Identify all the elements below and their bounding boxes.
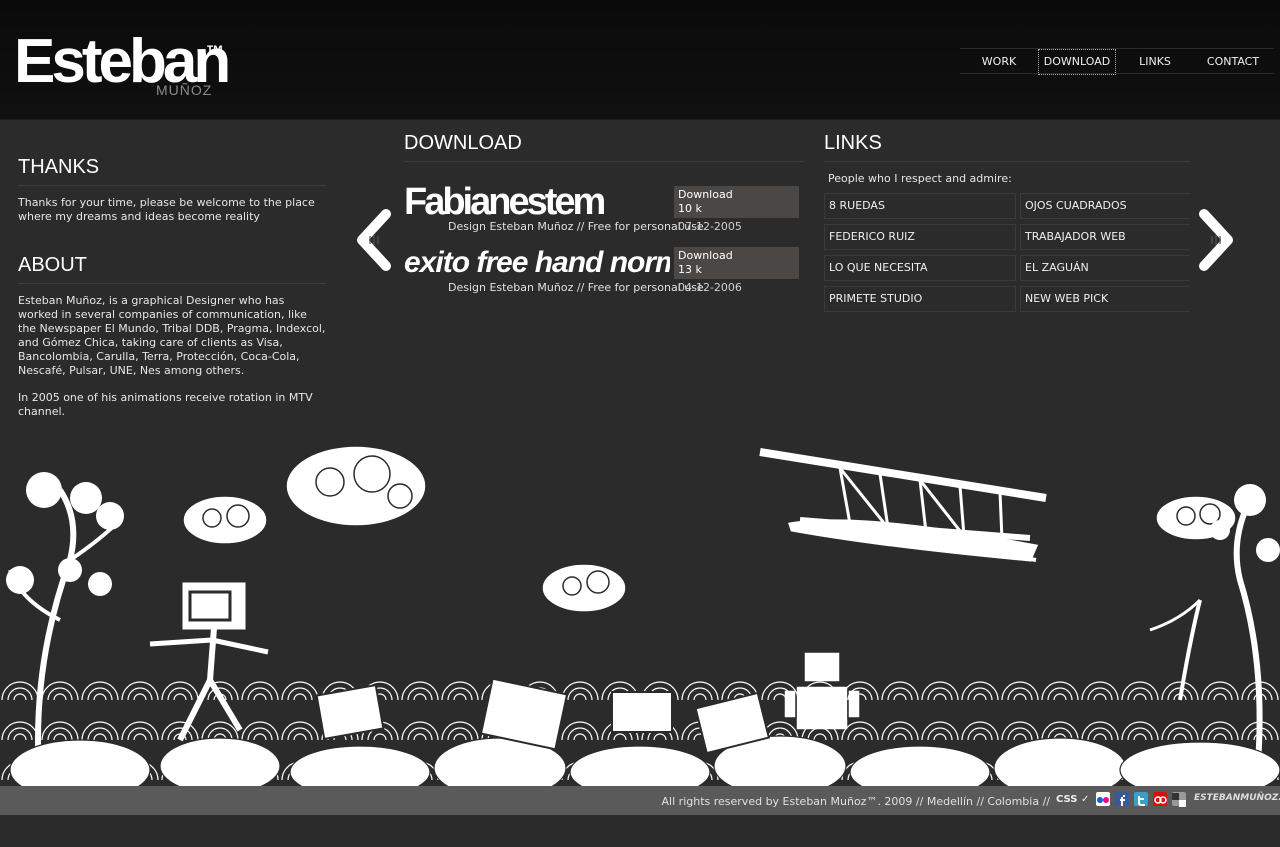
download-section: DOWNLOAD Fabianestem Download 10 k Desig… bbox=[404, 132, 804, 306]
site-footer: All rights reserved by Esteban Muñoz™. 2… bbox=[0, 786, 1280, 815]
nav-work[interactable]: WORK bbox=[960, 49, 1038, 75]
site-logo[interactable]: Esteban ™ MUÑOZ bbox=[14, 26, 234, 104]
link-8-ruedas[interactable]: 8 RUEDAS bbox=[824, 193, 1016, 219]
lastfm-icon[interactable] bbox=[1153, 792, 1167, 806]
arrow-right-icon[interactable] bbox=[1198, 208, 1238, 272]
cloud-small-center bbox=[541, 563, 627, 613]
main-nav: WORK DOWNLOAD LINKS CONTACT bbox=[960, 48, 1274, 75]
font-item-fabianestem: Fabianestem Download 10 k Design Esteban… bbox=[404, 184, 804, 245]
download-label: Download bbox=[678, 188, 733, 201]
about-paragraph-1: Esteban Muñoz, is a graphical Designer w… bbox=[18, 294, 326, 377]
twitter-icon[interactable] bbox=[1134, 792, 1148, 806]
font-date: 04-12-2006 bbox=[678, 281, 742, 294]
link-new-web-pick[interactable]: NEW WEB PICK bbox=[1020, 286, 1190, 312]
links-grid: 8 RUEDAS OJOS CUADRADOS FEDERICO RUIZ TR… bbox=[824, 193, 1190, 312]
link-trabajador-web[interactable]: TRABAJADOR WEB bbox=[1020, 224, 1190, 250]
flickr-icon[interactable] bbox=[1096, 792, 1110, 806]
download-title: DOWNLOAD bbox=[404, 132, 804, 162]
delicious-icon[interactable] bbox=[1172, 792, 1186, 807]
link-ojos-cuadrados[interactable]: OJOS CUADRADOS bbox=[1020, 193, 1190, 219]
about-paragraph-2: In 2005 one of his animations receive ro… bbox=[18, 391, 313, 418]
links-intro: People who I respect and admire: bbox=[828, 172, 1012, 185]
links-section: LINKS People who I respect and admire: 8… bbox=[824, 132, 1190, 312]
thanks-text: Thanks for your time, please be welcome … bbox=[18, 196, 315, 223]
site-header: Esteban ™ MUÑOZ WORK DOWNLOAD LINKS CONT… bbox=[0, 0, 1280, 120]
download-size: 13 k bbox=[678, 263, 702, 276]
font-preview: exito free hand normal bbox=[404, 246, 670, 279]
font-preview: Fabianestem bbox=[404, 184, 606, 220]
facebook-icon[interactable] bbox=[1115, 792, 1129, 806]
download-size: 10 k bbox=[678, 202, 702, 215]
illustration-scene bbox=[0, 420, 1280, 801]
font-meta: Design Esteban Muñoz // Free for persona… bbox=[448, 281, 704, 294]
download-label: Download bbox=[678, 249, 733, 262]
thanks-title: THANKS bbox=[18, 156, 326, 186]
link-lo-que-necesita[interactable]: LO QUE NECESITA bbox=[824, 255, 1016, 281]
links-title: LINKS bbox=[824, 132, 1190, 162]
check-icon: ✓ bbox=[1080, 794, 1090, 805]
link-primete-studio[interactable]: PRIMETE STUDIO bbox=[824, 286, 1016, 312]
credit-text: ESTEBANMUÑOZ.COM bbox=[1194, 793, 1280, 803]
download-button[interactable]: Download 13 k bbox=[674, 247, 799, 279]
font-item-exito: exito free hand normal Download 13 k Des… bbox=[404, 245, 804, 306]
logo-trademark: ™ bbox=[206, 42, 224, 62]
tree-right-leaves bbox=[1210, 484, 1280, 562]
copyright-text: All rights reserved by Esteban Muñoz™. 2… bbox=[661, 795, 1050, 808]
nav-download[interactable]: DOWNLOAD bbox=[1038, 49, 1116, 75]
thanks-section: THANKS Thanks for your time, please be w… bbox=[18, 156, 326, 224]
left-column: THANKS Thanks for your time, please be w… bbox=[18, 156, 326, 419]
logo-surname: MUÑOZ bbox=[156, 82, 213, 98]
arrow-left-icon[interactable] bbox=[352, 208, 392, 272]
css-check-icon[interactable]: CSS ✓ bbox=[1056, 794, 1089, 805]
bottom-strip bbox=[0, 815, 1280, 847]
css-label: CSS bbox=[1056, 794, 1078, 805]
airplane bbox=[759, 448, 1047, 562]
cloud-small-left bbox=[182, 495, 268, 545]
cloud-large bbox=[285, 445, 427, 527]
nav-links[interactable]: LINKS bbox=[1116, 49, 1194, 75]
credit-logo[interactable]: ESTEBANMUÑOZ.COM bbox=[1194, 793, 1280, 803]
font-meta: Design Esteban Muñoz // Free for persona… bbox=[448, 220, 704, 233]
about-section: ABOUT Esteban Muñoz, is a graphical Desi… bbox=[18, 254, 326, 419]
about-title: ABOUT bbox=[18, 254, 326, 284]
download-button[interactable]: Download 10 k bbox=[674, 186, 799, 218]
nav-contact[interactable]: CONTACT bbox=[1194, 49, 1272, 75]
link-federico-ruiz[interactable]: FEDERICO RUIZ bbox=[824, 224, 1016, 250]
font-date: 07-12-2005 bbox=[678, 220, 742, 233]
link-el-zaguan[interactable]: EL ZAGUÁN bbox=[1020, 255, 1190, 281]
